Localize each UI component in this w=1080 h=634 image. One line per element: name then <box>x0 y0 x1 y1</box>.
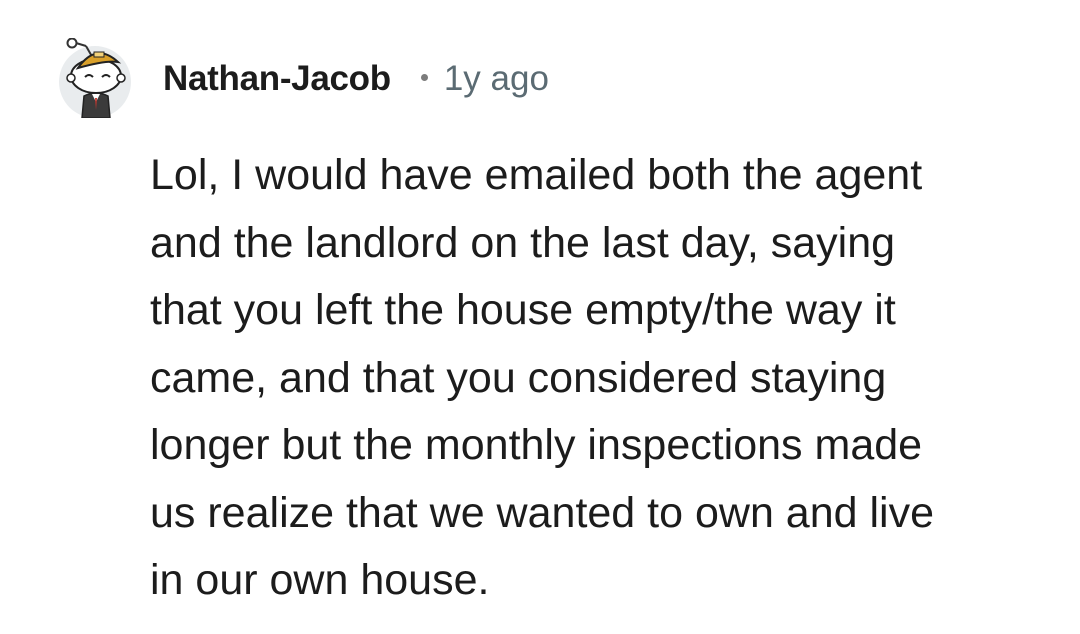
separator-dot <box>420 73 428 81</box>
comment-line: came, and that you considered staying <box>150 353 887 402</box>
timestamp: 1y ago <box>443 59 549 98</box>
comment-line: in our own house. <box>150 556 490 604</box>
avatar[interactable] <box>56 38 134 118</box>
comment-line: longer but the monthly inspections made <box>150 421 923 469</box>
comment: Nathan-Jacob 1y ago Lol, I would have em… <box>0 0 1080 634</box>
username-link[interactable]: Nathan-Jacob <box>163 59 391 99</box>
snoo-avatar-icon <box>59 38 131 118</box>
comment-line: and the landlord on the last day, saying <box>150 218 896 267</box>
comment-line: us realize that we wanted to own and liv… <box>150 488 935 537</box>
comment-line: that you left the house empty/the way it <box>150 286 896 334</box>
comment-line: Lol, I would have emailed both the agent <box>150 151 923 199</box>
comment-header: Nathan-Jacob 1y ago <box>163 54 549 104</box>
comment-body: Lol, I would have emailed both the agent… <box>150 142 1030 615</box>
